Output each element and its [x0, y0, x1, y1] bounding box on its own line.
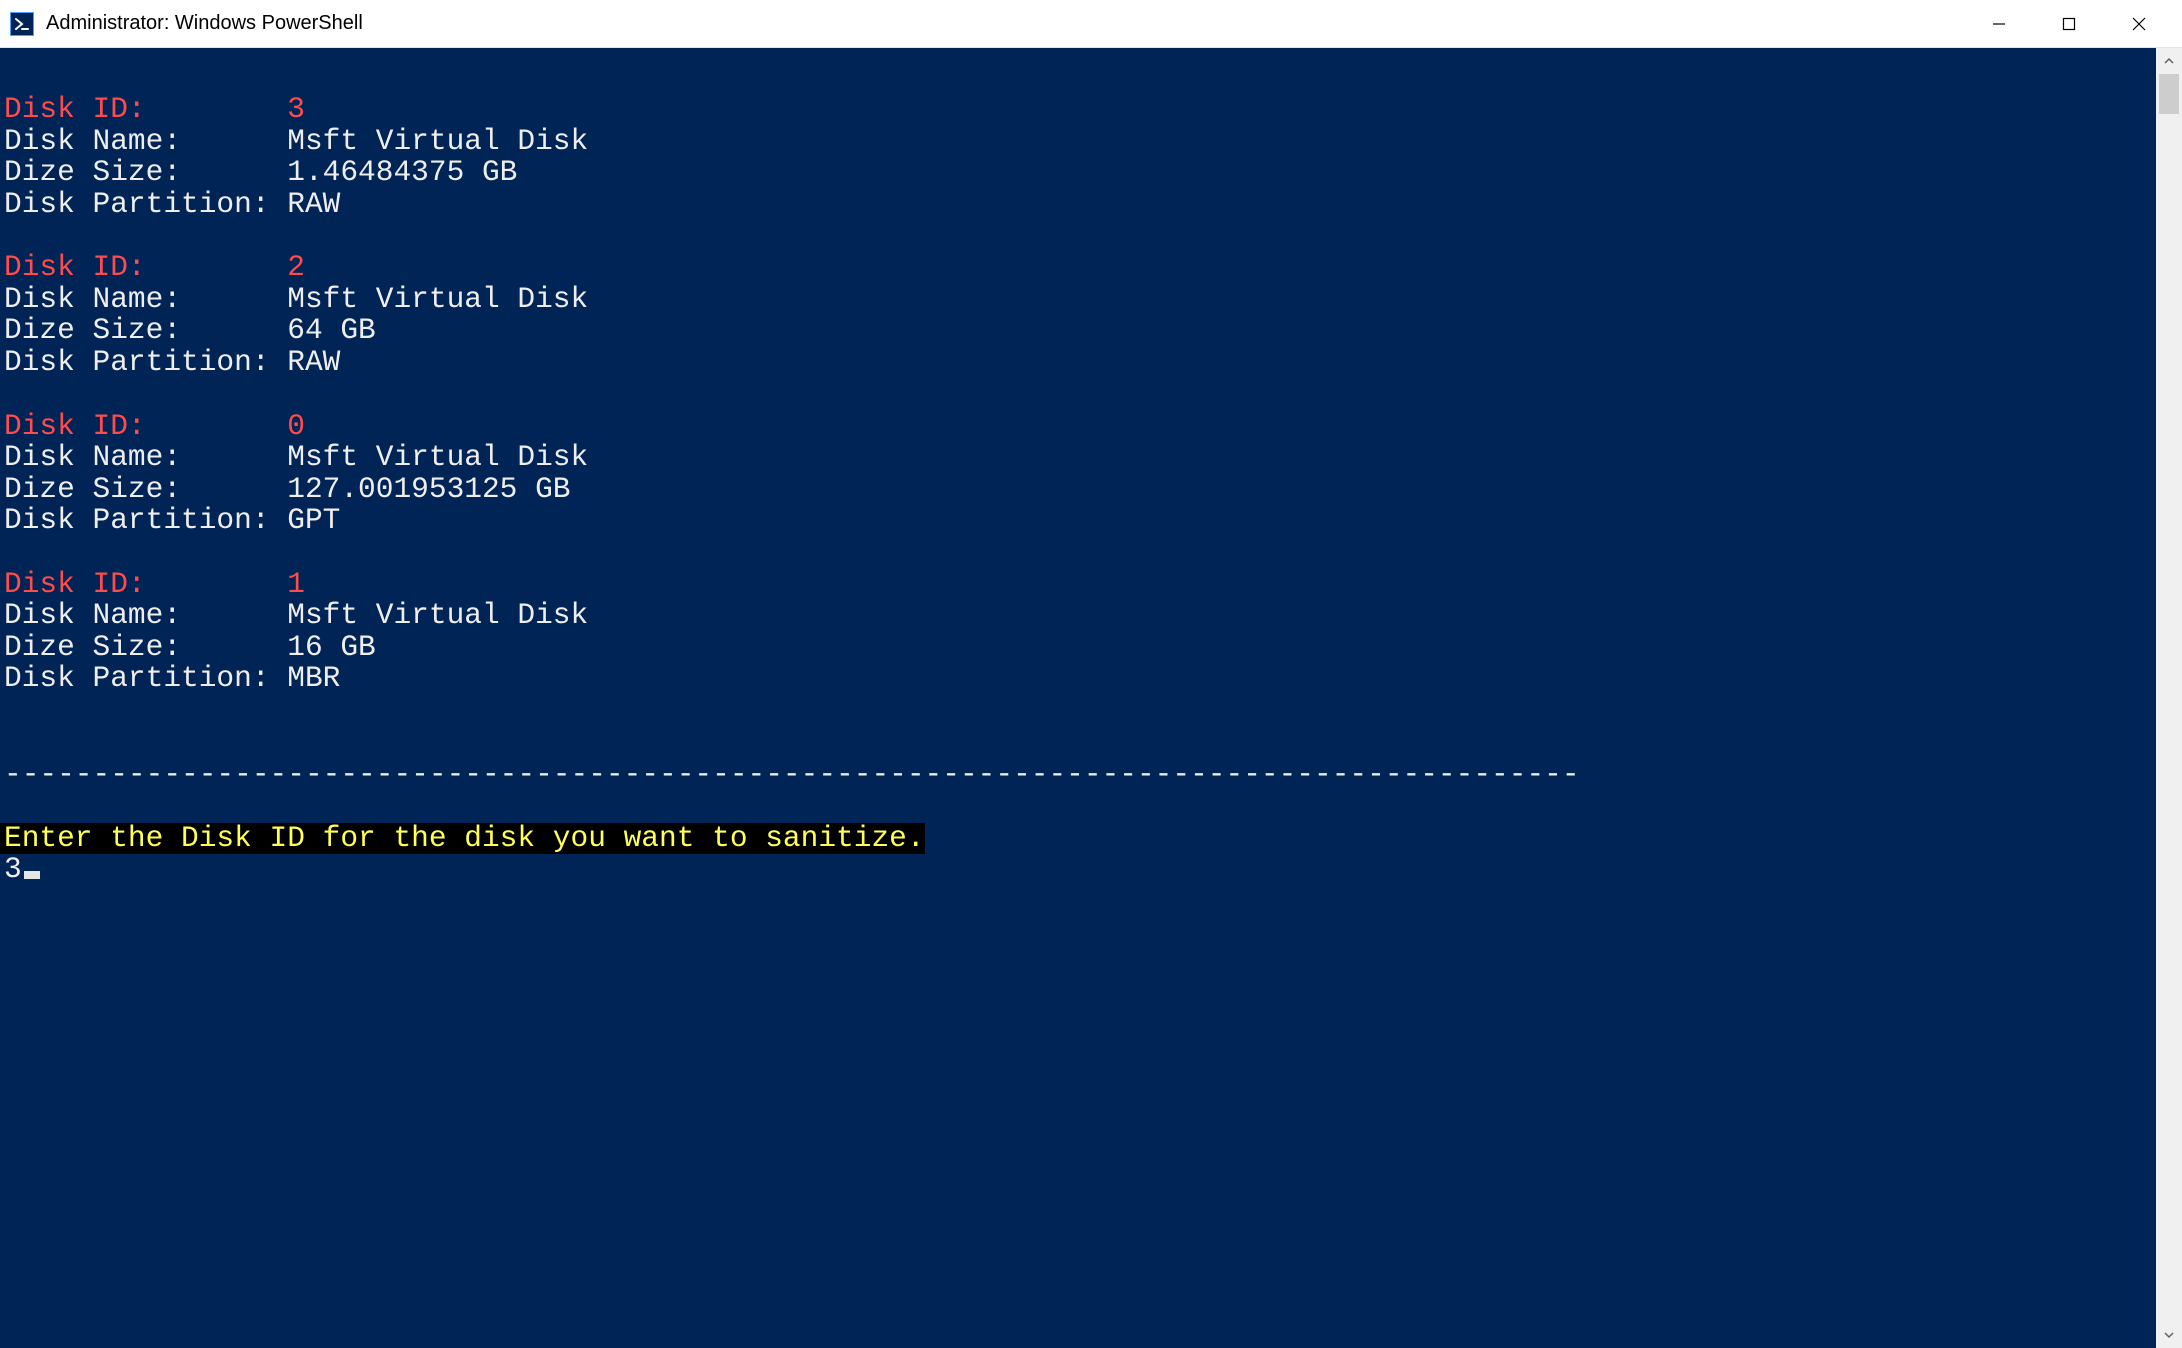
powershell-icon [10, 12, 34, 36]
disk-id-line: Disk ID: 0 [0, 411, 2182, 443]
disk-size-line: Dize Size: 127.001953125 GB [0, 474, 2182, 506]
disk-size-line: Dize Size: 16 GB [0, 632, 2182, 664]
disk-entry: Disk ID: 3Disk Name: Msft Virtual DiskDi… [0, 94, 2182, 220]
separator-line: ----------------------------------------… [0, 759, 2182, 791]
disk-name-line: Disk Name: Msft Virtual Disk [0, 284, 2182, 316]
disk-entry: Disk ID: 2Disk Name: Msft Virtual DiskDi… [0, 252, 2182, 378]
disk-id-line: Disk ID: 2 [0, 252, 2182, 284]
scroll-up-arrow[interactable] [2156, 48, 2182, 74]
disk-entry: Disk ID: 0Disk Name: Msft Virtual DiskDi… [0, 411, 2182, 537]
blank-line [0, 791, 2182, 823]
user-input-line[interactable]: 3 [0, 854, 2182, 886]
disk-partition-line: Disk Partition: RAW [0, 189, 2182, 221]
disk-name-line: Disk Name: Msft Virtual Disk [0, 600, 2182, 632]
scroll-down-arrow[interactable] [2156, 1322, 2182, 1348]
console-content: Disk ID: 3Disk Name: Msft Virtual DiskDi… [0, 62, 2182, 886]
blank-line [0, 62, 2182, 94]
disk-id-line: Disk ID: 1 [0, 569, 2182, 601]
maximize-button[interactable] [2034, 0, 2104, 48]
prompt-text: Enter the Disk ID for the disk you want … [0, 823, 925, 855]
console-output[interactable]: Disk ID: 3Disk Name: Msft Virtual DiskDi… [0, 48, 2182, 1348]
disk-id-line: Disk ID: 3 [0, 94, 2182, 126]
close-button[interactable] [2104, 0, 2174, 48]
titlebar[interactable]: Administrator: Windows PowerShell [0, 0, 2182, 48]
window-controls [1964, 0, 2174, 48]
minimize-button[interactable] [1964, 0, 2034, 48]
disk-partition-line: Disk Partition: MBR [0, 663, 2182, 695]
blank-line [0, 727, 2182, 759]
scrollbar-thumb[interactable] [2159, 74, 2179, 114]
disk-partition-line: Disk Partition: RAW [0, 347, 2182, 379]
disk-size-line: Dize Size: 64 GB [0, 315, 2182, 347]
disk-entry: Disk ID: 1Disk Name: Msft Virtual DiskDi… [0, 569, 2182, 695]
disk-name-line: Disk Name: Msft Virtual Disk [0, 126, 2182, 158]
cursor [24, 871, 40, 879]
disk-partition-line: Disk Partition: GPT [0, 505, 2182, 537]
disk-name-line: Disk Name: Msft Virtual Disk [0, 442, 2182, 474]
vertical-scrollbar[interactable] [2156, 48, 2182, 1348]
disk-size-line: Dize Size: 1.46484375 GB [0, 157, 2182, 189]
window-title: Administrator: Windows PowerShell [46, 12, 363, 35]
